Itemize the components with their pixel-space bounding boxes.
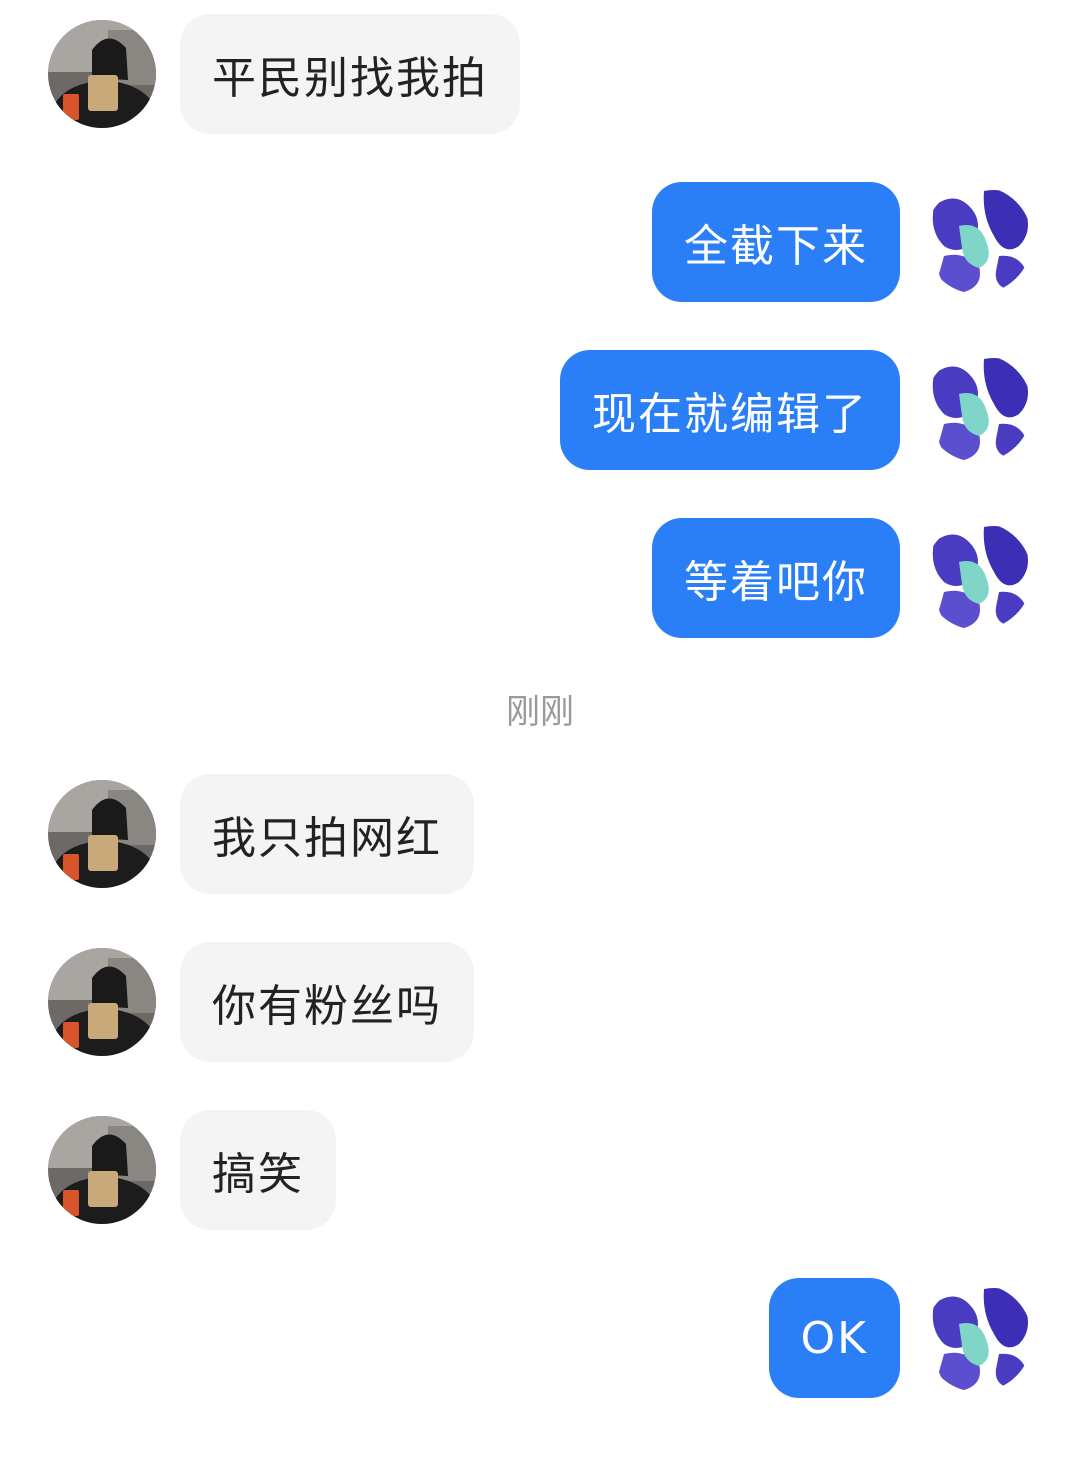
- message-bubble-outgoing[interactable]: 等着吧你: [652, 518, 900, 638]
- contact-avatar[interactable]: [48, 1116, 156, 1224]
- timestamp: 刚刚: [506, 692, 574, 732]
- chat-thread[interactable]: 平民别找我拍 全截下来 现在就编辑了 等着吧你 刚刚 我只拍网红 你有粉丝吗 搞…: [0, 0, 1080, 1472]
- self-avatar[interactable]: [924, 186, 1032, 294]
- contact-avatar[interactable]: [48, 948, 156, 1056]
- message-bubble-outgoing[interactable]: OK: [768, 1278, 900, 1398]
- message-row-incoming: 搞笑: [0, 1110, 1080, 1230]
- message-row-incoming: 你有粉丝吗: [0, 942, 1080, 1062]
- message-row-outgoing: 全截下来: [0, 182, 1080, 302]
- message-row-incoming: 我只拍网红: [0, 774, 1080, 894]
- self-avatar[interactable]: [924, 1284, 1032, 1392]
- message-row-incoming: 平民别找我拍: [0, 14, 1080, 134]
- message-bubble-outgoing[interactable]: 现在就编辑了: [560, 350, 900, 470]
- message-bubble-outgoing[interactable]: 全截下来: [652, 182, 900, 302]
- message-row-outgoing: OK: [0, 1278, 1080, 1398]
- message-row-outgoing: 等着吧你: [0, 518, 1080, 638]
- contact-avatar[interactable]: [48, 780, 156, 888]
- self-avatar[interactable]: [924, 522, 1032, 630]
- message-bubble-incoming[interactable]: 搞笑: [180, 1110, 336, 1230]
- self-avatar[interactable]: [924, 354, 1032, 462]
- contact-avatar[interactable]: [48, 20, 156, 128]
- message-bubble-incoming[interactable]: 我只拍网红: [180, 774, 474, 894]
- message-bubble-incoming[interactable]: 平民别找我拍: [180, 14, 520, 134]
- message-bubble-incoming[interactable]: 你有粉丝吗: [180, 942, 474, 1062]
- message-row-outgoing: 现在就编辑了: [0, 350, 1080, 470]
